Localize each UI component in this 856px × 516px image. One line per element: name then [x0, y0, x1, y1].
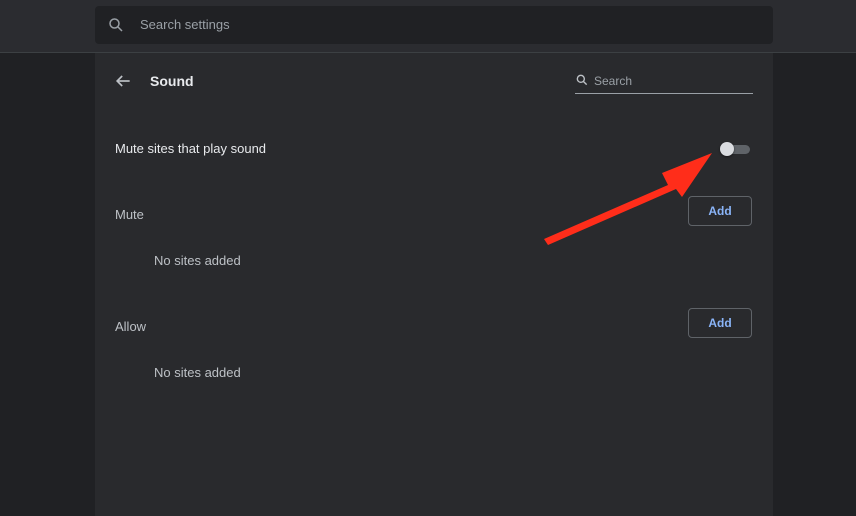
page-title: Sound [150, 73, 194, 89]
sound-settings-panel: Sound Search Mute sites that play sound … [95, 53, 773, 516]
search-icon [576, 74, 588, 86]
page-search-placeholder: Search [594, 74, 633, 88]
toggle-knob [720, 142, 734, 156]
page-search-input[interactable]: Search [575, 71, 753, 94]
back-arrow-icon[interactable] [113, 71, 133, 91]
top-toolbar: Search settings [0, 0, 856, 53]
mute-empty-text: No sites added [154, 253, 241, 268]
red-pointer-arrow-icon [544, 153, 712, 245]
settings-search-placeholder: Search settings [140, 17, 230, 32]
allow-empty-text: No sites added [154, 365, 241, 380]
mute-sites-label: Mute sites that play sound [115, 141, 267, 156]
allow-add-button[interactable]: Add [688, 308, 752, 338]
allow-section-label: Allow [115, 319, 147, 334]
mute-sites-toggle[interactable] [718, 142, 752, 156]
settings-search-field[interactable]: Search settings [95, 6, 773, 44]
mute-section-label: Mute [115, 207, 144, 222]
search-icon [109, 18, 123, 32]
